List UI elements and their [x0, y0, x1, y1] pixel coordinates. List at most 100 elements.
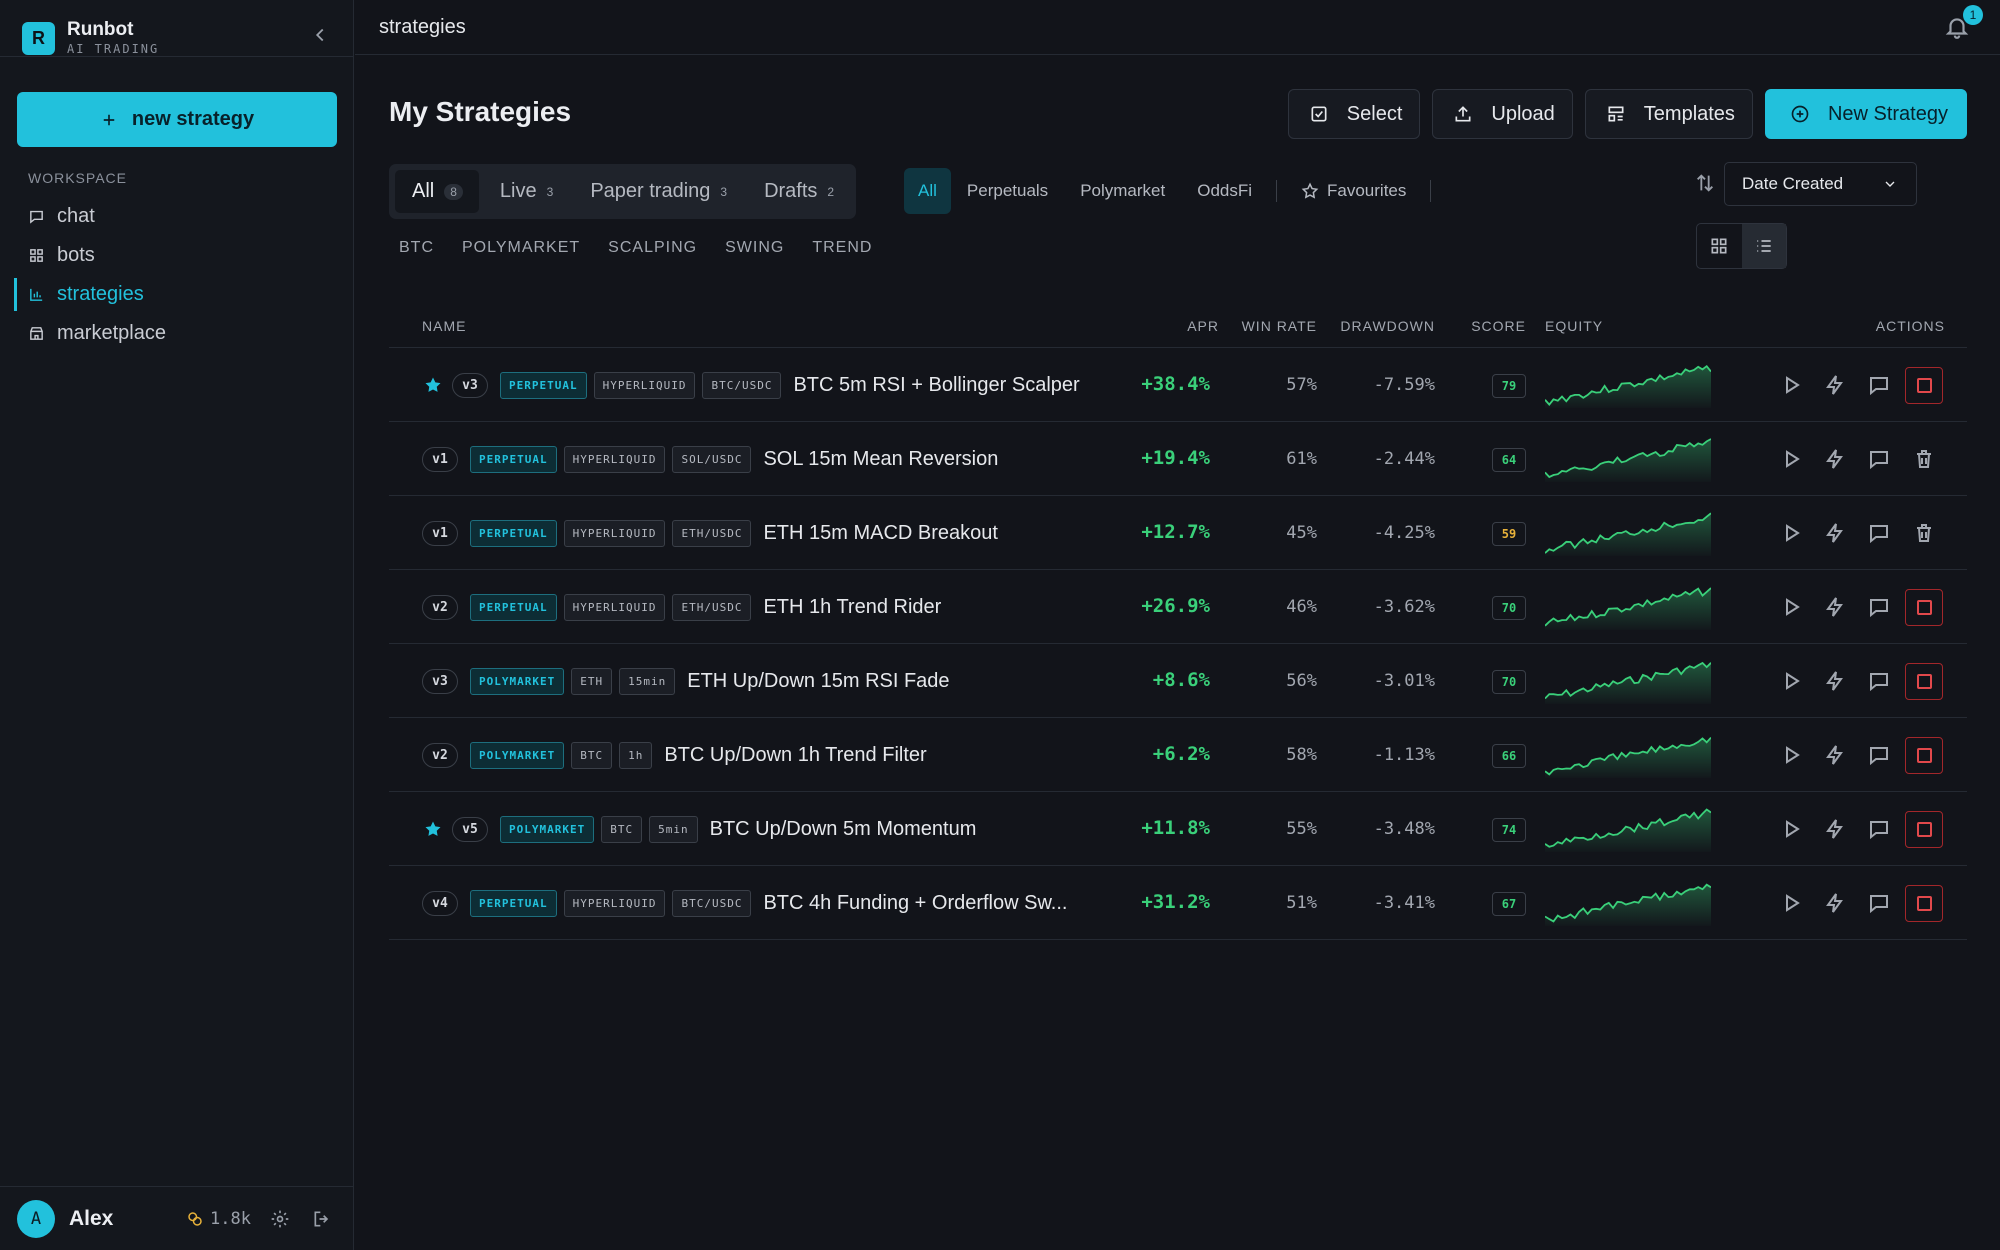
play-icon[interactable]: [1779, 447, 1803, 471]
list-view-button[interactable]: [1741, 224, 1786, 268]
drawdown-value: -4.25%: [1373, 523, 1435, 543]
chat-icon[interactable]: [1867, 817, 1891, 841]
chat-icon[interactable]: [1867, 891, 1891, 915]
tab-drafts[interactable]: Drafts 2: [747, 170, 850, 213]
strategy-name[interactable]: BTC 4h Funding + Orderflow Sw...: [763, 892, 1067, 915]
stop-button[interactable]: [1905, 589, 1943, 626]
sidebar-item-bots[interactable]: bots: [14, 236, 344, 275]
avatar[interactable]: A: [17, 1199, 55, 1238]
play-icon[interactable]: [1779, 595, 1803, 619]
stop-button[interactable]: [1905, 885, 1943, 922]
stop-button[interactable]: [1905, 737, 1943, 774]
gear-icon[interactable]: [270, 1209, 290, 1229]
table-row[interactable]: v2 POLYMARKET BTC 1h BTC Up/Down 1h Trend …: [389, 718, 1967, 792]
strategy-name-cell[interactable]: v2 PERPETUAL HYPERLIQUID ETH/USDC ETH 1h T…: [422, 570, 941, 644]
strategy-name[interactable]: BTC Up/Down 5m Momentum: [710, 818, 977, 841]
chat-icon[interactable]: [1867, 595, 1891, 619]
strategy-name-cell[interactable]: v1 PERPETUAL HYPERLIQUID ETH/USDC ETH 15m …: [422, 496, 998, 570]
header-apr[interactable]: APR: [1187, 318, 1219, 334]
new-strategy-button[interactable]: New Strategy: [1764, 89, 1967, 139]
trash-icon[interactable]: [1912, 521, 1936, 545]
collapse-sidebar-icon[interactable]: [309, 24, 331, 46]
bolt-icon[interactable]: [1823, 743, 1847, 767]
bolt-icon[interactable]: [1823, 521, 1847, 545]
plus-circle-icon: [1791, 105, 1809, 123]
trash-icon[interactable]: [1912, 447, 1936, 471]
strategy-name[interactable]: ETH 1h Trend Rider: [763, 596, 941, 619]
tab-live[interactable]: Live 3: [483, 170, 569, 213]
chat-icon[interactable]: [1867, 669, 1891, 693]
market-tab-oddsfi[interactable]: OddsFi: [1181, 168, 1268, 214]
table-row[interactable]: v4 PERPETUAL HYPERLIQUID BTC/USDC BTC 4h F…: [389, 866, 1967, 940]
play-icon[interactable]: [1779, 521, 1803, 545]
stop-button[interactable]: [1905, 367, 1943, 404]
table-row[interactable]: v5 POLYMARKET BTC 5min BTC Up/Down 5m Mome…: [389, 792, 1967, 866]
market-tab-perpetuals[interactable]: Perpetuals: [951, 168, 1064, 214]
table-row[interactable]: v2 PERPETUAL HYPERLIQUID ETH/USDC ETH 1h T…: [389, 570, 1967, 644]
strategy-name-cell[interactable]: v5 POLYMARKET BTC 5min BTC Up/Down 5m Mome…: [452, 792, 976, 866]
sidebar-item-chat[interactable]: chat: [14, 197, 344, 236]
logout-icon[interactable]: [312, 1209, 332, 1229]
strategy-name-cell[interactable]: v2 POLYMARKET BTC 1h BTC Up/Down 1h Trend …: [422, 718, 927, 792]
tag-filter-polymarket[interactable]: POLYMARKET: [462, 239, 580, 257]
strategy-name-cell[interactable]: v3 POLYMARKET ETH 15min ETH Up/Down 15m RS…: [422, 644, 950, 718]
chat-icon[interactable]: [1867, 373, 1891, 397]
market-tab-polymarket[interactable]: Polymarket: [1064, 168, 1181, 214]
tab-all[interactable]: All 8: [395, 170, 479, 213]
strategy-name-cell[interactable]: v3 PERPETUAL HYPERLIQUID BTC/USDC BTC 5m R…: [452, 348, 1080, 422]
play-icon[interactable]: [1779, 817, 1803, 841]
sidebar-item-strategies[interactable]: strategies: [14, 275, 344, 314]
chat-icon[interactable]: [1867, 521, 1891, 545]
favourite-star-icon[interactable]: [423, 819, 443, 839]
table-row[interactable]: v1 PERPETUAL HYPERLIQUID ETH/USDC ETH 15m …: [389, 496, 1967, 570]
sidebar-item-marketplace[interactable]: marketplace: [14, 314, 344, 353]
table-row[interactable]: v3 POLYMARKET ETH 15min ETH Up/Down 15m RS…: [389, 644, 1967, 718]
new-strategy-sidebar-button[interactable]: new strategy: [17, 92, 337, 147]
tag-filter-trend[interactable]: TREND: [812, 239, 872, 257]
sort-select[interactable]: Date Created: [1724, 162, 1917, 206]
grid-view-button[interactable]: [1697, 224, 1742, 268]
header-win-rate[interactable]: WIN RATE: [1242, 318, 1317, 334]
strategy-name[interactable]: BTC 5m RSI + Bollinger Scalper: [793, 374, 1079, 397]
header-name[interactable]: NAME: [422, 318, 466, 334]
play-icon[interactable]: [1779, 669, 1803, 693]
table-row[interactable]: v1 PERPETUAL HYPERLIQUID SOL/USDC SOL 15m …: [389, 422, 1967, 496]
brand[interactable]: R Runbot AI TRADING: [22, 19, 159, 57]
market-tab-all[interactable]: All: [904, 168, 951, 214]
tag-filter-swing[interactable]: SWING: [725, 239, 784, 257]
bolt-icon[interactable]: [1823, 447, 1847, 471]
favourites-filter[interactable]: Favourites: [1285, 168, 1422, 214]
favourite-star-icon[interactable]: [423, 375, 443, 395]
tag-filter-scalping[interactable]: SCALPING: [608, 239, 697, 257]
stop-button[interactable]: [1905, 663, 1943, 700]
bolt-icon[interactable]: [1823, 373, 1847, 397]
select-button[interactable]: Select: [1287, 89, 1421, 139]
stop-button[interactable]: [1905, 811, 1943, 848]
tab-paper-trading[interactable]: Paper trading 3: [573, 170, 743, 213]
strategy-name-cell[interactable]: v1 PERPETUAL HYPERLIQUID SOL/USDC SOL 15m …: [422, 422, 998, 496]
play-icon[interactable]: [1779, 743, 1803, 767]
strategy-name[interactable]: ETH Up/Down 15m RSI Fade: [687, 670, 949, 693]
strategy-name[interactable]: ETH 15m MACD Breakout: [763, 522, 998, 545]
play-icon[interactable]: [1779, 373, 1803, 397]
upload-button[interactable]: Upload: [1432, 89, 1573, 139]
bolt-icon[interactable]: [1823, 891, 1847, 915]
score-badge: 64: [1492, 448, 1526, 472]
tag-filter-btc[interactable]: BTC: [399, 239, 434, 257]
chat-icon[interactable]: [1867, 447, 1891, 471]
bolt-icon[interactable]: [1823, 817, 1847, 841]
table-row[interactable]: v3 PERPETUAL HYPERLIQUID BTC/USDC BTC 5m R…: [389, 348, 1967, 422]
strategy-name[interactable]: BTC Up/Down 1h Trend Filter: [664, 744, 926, 767]
bolt-icon[interactable]: [1823, 595, 1847, 619]
templates-button[interactable]: Templates: [1584, 89, 1753, 139]
bolt-icon[interactable]: [1823, 669, 1847, 693]
header-drawdown[interactable]: DRAWDOWN: [1340, 318, 1435, 334]
strategy-name-cell[interactable]: v4 PERPETUAL HYPERLIQUID BTC/USDC BTC 4h F…: [422, 866, 1067, 940]
strategy-name[interactable]: SOL 15m Mean Reversion: [763, 448, 998, 471]
header-score[interactable]: SCORE: [1471, 318, 1526, 334]
strategy-tag: HYPERLIQUID: [563, 519, 666, 547]
chat-icon[interactable]: [1867, 743, 1891, 767]
version-badge: v2: [422, 742, 458, 768]
play-icon[interactable]: [1779, 891, 1803, 915]
sort-icon[interactable]: [1694, 172, 1716, 194]
